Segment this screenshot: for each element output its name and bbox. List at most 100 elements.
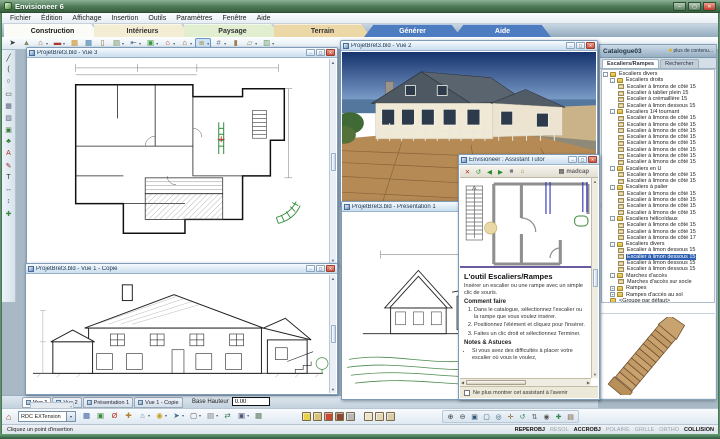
- more-content-link[interactable]: ✱ plus de contenu...: [668, 48, 713, 54]
- catalog-tab[interactable]: Escaliers/Rampes: [602, 59, 659, 68]
- grid-icon[interactable]: ▦: [3, 100, 14, 111]
- status-toggle[interactable]: POLAIRE: [606, 427, 630, 433]
- dont-show-checkbox[interactable]: [464, 390, 470, 396]
- dropdown-arrow-icon[interactable]: ▾: [224, 41, 226, 46]
- status-toggle[interactable]: ACCROBJ: [574, 427, 601, 433]
- minimize-button[interactable]: –: [673, 2, 686, 11]
- render-icon[interactable]: ▣ ▾: [94, 410, 107, 421]
- tree-expander-icon[interactable]: -: [610, 109, 615, 114]
- tree-expander-icon[interactable]: +: [610, 286, 615, 291]
- vertical-scrollbar[interactable]: ▲ ▼: [591, 178, 598, 378]
- arc-icon[interactable]: (: [3, 64, 14, 75]
- move-icon[interactable]: ✚: [553, 411, 564, 422]
- status-toggle[interactable]: COLLISION: [684, 427, 714, 433]
- grid-toggle-icon[interactable]: ▦ ▾: [252, 410, 265, 421]
- view-tab[interactable]: Vue 1 - Copie: [134, 397, 182, 408]
- texture-cube-yellow-icon[interactable]: [302, 412, 311, 421]
- vertical-scrollbar[interactable]: ▲ ▼: [329, 59, 336, 264]
- pan-icon[interactable]: ✛: [505, 411, 516, 422]
- dropdown-arrow-icon[interactable]: ▾: [182, 413, 184, 418]
- assistant-content[interactable]: L'outil Escaliers/Rampes Insérer un esca…: [460, 178, 591, 378]
- house-3d-icon[interactable]: ⌂ ▾: [136, 410, 152, 421]
- stop-icon[interactable]: ■: [507, 167, 516, 177]
- status-toggle[interactable]: ORTHO: [659, 427, 679, 433]
- floor-plan-canvas[interactable]: ▲ ▼: [28, 59, 336, 264]
- status-toggle[interactable]: GRILLE: [635, 427, 655, 433]
- dropdown-arrow-icon[interactable]: ▾: [148, 413, 150, 418]
- scroll-thumb[interactable]: [331, 153, 336, 171]
- close-button[interactable]: ✕: [326, 49, 335, 56]
- refresh-icon[interactable]: ↺: [474, 167, 483, 177]
- minimize-button[interactable]: –: [568, 156, 577, 163]
- base-height-input[interactable]: [232, 397, 270, 406]
- scroll-left-icon[interactable]: ◀: [461, 380, 464, 385]
- tree-expander-icon[interactable]: -: [610, 78, 615, 83]
- tree-expander-icon[interactable]: -: [610, 273, 615, 278]
- marker-icon[interactable]: ✚: [3, 208, 14, 219]
- tree-expander-icon[interactable]: -: [610, 242, 615, 247]
- maximize-button[interactable]: ▢: [316, 265, 325, 272]
- chevron-down-icon[interactable]: ▾: [66, 412, 75, 421]
- menu-item[interactable]: Fichier: [5, 13, 36, 24]
- frame-icon[interactable]: ▣ ▾: [235, 410, 251, 421]
- window-title-bar[interactable]: ProjetBret3.bld - Vue 2 – ▢ ✕: [341, 41, 597, 51]
- circle-icon[interactable]: ○: [3, 76, 14, 87]
- dropdown-arrow-icon[interactable]: ▾: [46, 41, 48, 46]
- dropdown-arrow-icon[interactable]: ▾: [139, 41, 141, 46]
- menu-item[interactable]: Affichage: [67, 13, 106, 24]
- dropdown-arrow-icon[interactable]: ▾: [63, 41, 65, 46]
- zoom-out-icon[interactable]: ⊖: [457, 411, 468, 422]
- maximize-button[interactable]: ▢: [316, 49, 325, 56]
- forward-icon[interactable]: ▶: [496, 167, 505, 177]
- plant-icon[interactable]: ♣: [3, 136, 14, 147]
- sun-icon[interactable]: ◉ ▾: [153, 410, 169, 421]
- dropdown-arrow-icon[interactable]: ▾: [199, 413, 201, 418]
- tree-expander-icon[interactable]: -: [610, 216, 615, 221]
- views-icon[interactable]: ▤: [565, 411, 576, 422]
- title-bar[interactable]: Envisioneer 6 – ▢ ✕: [0, 0, 720, 13]
- texture-cube-gray-icon[interactable]: [346, 412, 355, 421]
- rotate-icon[interactable]: ↺: [517, 411, 528, 422]
- maximize-button[interactable]: ▢: [688, 2, 701, 11]
- tree-expander-icon[interactable]: +: [610, 292, 615, 297]
- menu-item[interactable]: Insertion: [106, 13, 143, 24]
- dropdown-arrow-icon[interactable]: ▾: [272, 41, 274, 46]
- rect-icon[interactable]: ▭: [3, 88, 14, 99]
- maximize-button[interactable]: ▢: [576, 42, 585, 49]
- minimize-button[interactable]: –: [566, 42, 575, 49]
- back-icon[interactable]: ◀: [485, 167, 494, 177]
- walkthrough-icon[interactable]: ➤ ▾: [170, 410, 186, 421]
- scroll-down-icon[interactable]: ▼: [331, 387, 335, 392]
- texture-cube-red-icon[interactable]: [324, 412, 333, 421]
- menu-item[interactable]: Fenêtre: [217, 13, 251, 24]
- dropdown-arrow-icon[interactable]: ▾: [207, 41, 209, 46]
- tree-expander-icon[interactable]: -: [610, 166, 615, 171]
- scroll-up-icon[interactable]: ▲: [593, 179, 597, 184]
- line-icon[interactable]: ╱: [3, 52, 14, 63]
- dropdown-arrow-icon[interactable]: ▾: [156, 41, 158, 46]
- dropdown-arrow-icon[interactable]: ▾: [216, 413, 218, 418]
- close-button[interactable]: ✕: [326, 265, 335, 272]
- zoom-window-icon[interactable]: ▣: [469, 411, 480, 422]
- label-icon[interactable]: T: [3, 172, 14, 183]
- dropdown-arrow-icon[interactable]: ▾: [247, 413, 249, 418]
- scroll-thumb[interactable]: [331, 325, 336, 343]
- close-icon[interactable]: ✕: [463, 167, 472, 177]
- home-icon[interactable]: ⌂: [518, 167, 527, 177]
- dimension-icon[interactable]: ↔: [3, 184, 14, 195]
- snap-icon[interactable]: ✚ ▾: [122, 410, 135, 421]
- scroll-right-icon[interactable]: ▶: [587, 380, 590, 385]
- menu-item[interactable]: Outils: [143, 13, 171, 24]
- select-tool-icon[interactable]: ➤ ▾: [6, 38, 19, 49]
- scroll-down-icon[interactable]: ▼: [593, 372, 597, 377]
- scroll-thumb[interactable]: [466, 380, 526, 385]
- elevation-icon[interactable]: ↕: [3, 196, 14, 207]
- texture-cube-tan-icon[interactable]: [313, 412, 322, 421]
- level-dropdown[interactable]: RDC EXTension ▾: [18, 411, 76, 422]
- close-button[interactable]: ✕: [588, 156, 597, 163]
- window-title-bar[interactable]: ProjetBret3.bld - Vue 1 - Copie – ▢ ✕: [26, 264, 337, 274]
- annotation-icon[interactable]: ✎: [3, 160, 14, 171]
- sheet-icon-2[interactable]: [375, 412, 384, 421]
- tree-expander-icon[interactable]: -: [610, 185, 615, 190]
- scroll-up-icon[interactable]: ▲: [331, 276, 335, 281]
